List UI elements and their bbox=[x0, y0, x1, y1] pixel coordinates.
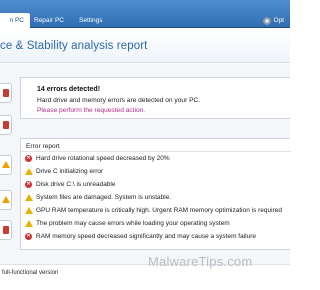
error-marker-icon bbox=[3, 121, 9, 129]
tab-scan-pc[interactable]: n PC bbox=[0, 13, 30, 28]
requested-action-link[interactable]: Please perform the requested action. bbox=[37, 107, 145, 114]
warning-icon bbox=[25, 168, 33, 175]
watermark: MalwareTips.com bbox=[148, 254, 253, 269]
error-icon: ✕ bbox=[25, 155, 32, 162]
page-title: ce & Stability analysis report bbox=[0, 40, 148, 52]
alert-message: Hard drive and memory errors are detecte… bbox=[37, 97, 201, 104]
sidebar-item-4[interactable] bbox=[0, 190, 12, 210]
warning-icon bbox=[25, 194, 33, 201]
gear-icon bbox=[262, 17, 271, 25]
report-item: GPU RAM temperature is critically high. … bbox=[25, 206, 291, 216]
report-item-text: Disk drive C:\ is unreadable bbox=[36, 181, 116, 188]
report-item-text: System files are damaged. System is unst… bbox=[36, 194, 172, 201]
report-item: System files are damaged. System is unst… bbox=[25, 193, 291, 203]
report-item: ✕ Disk drive C:\ is unreadable bbox=[25, 180, 291, 190]
report-item: ✕ RAM memory speed decreased significant… bbox=[25, 232, 291, 242]
report-item-text: GPU RAM temperature is critically high. … bbox=[36, 207, 282, 214]
sidebar-item-5[interactable] bbox=[0, 220, 12, 240]
report-item: The problem may cause errors while loadi… bbox=[25, 219, 291, 229]
error-report-heading: Error report bbox=[26, 143, 60, 150]
footer-version-text: full-functional version bbox=[2, 270, 59, 276]
alert-panel: 14 errors detected! Hard drive and memor… bbox=[20, 77, 290, 119]
tab-settings[interactable]: Settings bbox=[73, 13, 109, 28]
alert-heading: 14 errors detected! bbox=[37, 86, 101, 93]
error-marker-icon bbox=[3, 226, 9, 234]
report-item-text: Drive C initializing error bbox=[36, 168, 104, 175]
error-marker-icon bbox=[3, 89, 9, 97]
report-item-text: The problem may cause errors while loadi… bbox=[36, 220, 230, 227]
divider bbox=[21, 151, 291, 152]
error-report-panel: Error report ✕ Hard drive rotational spe… bbox=[20, 138, 291, 250]
error-icon: ✕ bbox=[25, 181, 32, 188]
report-item: ✕ Hard drive rotational speed decreased … bbox=[25, 154, 291, 164]
report-item: Drive C initializing error bbox=[25, 167, 291, 177]
sidebar-item-2[interactable] bbox=[0, 115, 12, 135]
warning-icon bbox=[25, 220, 33, 227]
options-button[interactable]: Opt bbox=[258, 13, 290, 28]
warning-icon bbox=[25, 207, 33, 214]
warning-marker-icon bbox=[2, 161, 10, 168]
top-navigation-bar: n PC Repair PC Settings Opt bbox=[0, 0, 290, 28]
warning-marker-icon bbox=[2, 196, 10, 203]
report-item-text: RAM memory speed decreased significantly… bbox=[36, 233, 257, 240]
options-label: Opt bbox=[273, 17, 284, 24]
sidebar-item-3[interactable] bbox=[0, 155, 12, 175]
error-icon: ✕ bbox=[25, 233, 32, 240]
report-item-text: Hard drive rotational speed decreased by… bbox=[36, 155, 170, 162]
sidebar-item-1[interactable] bbox=[0, 83, 12, 103]
tab-repair-pc[interactable]: Repair PC bbox=[28, 13, 70, 28]
